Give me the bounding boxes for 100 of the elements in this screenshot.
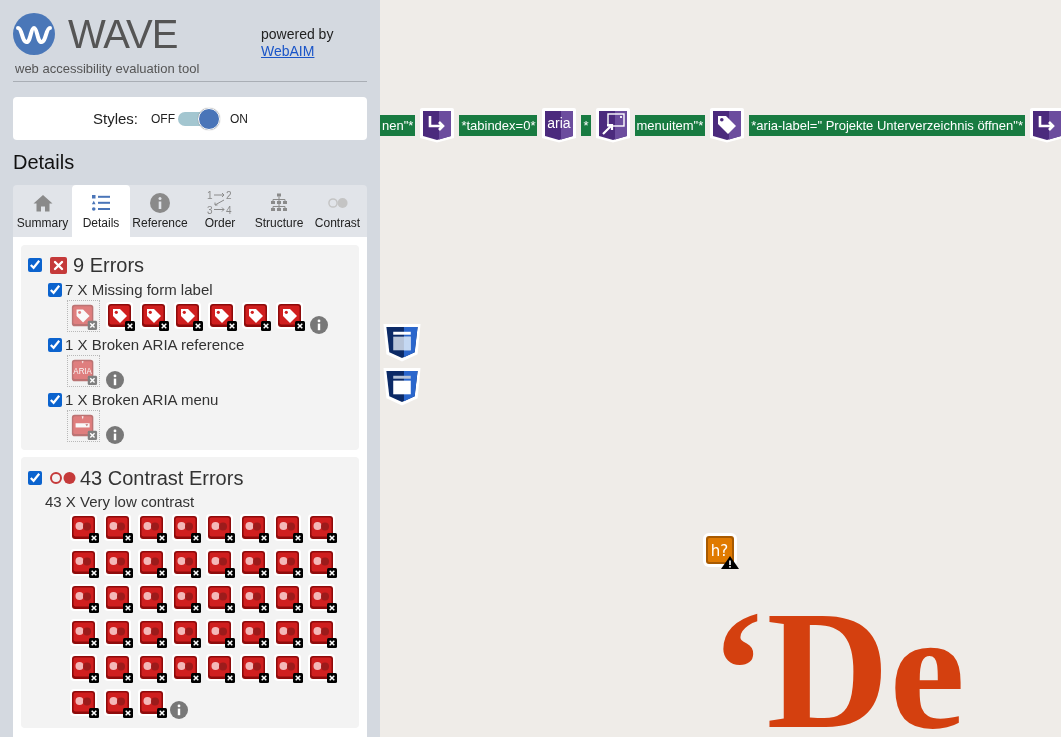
category-title: 43 Contrast Errors — [80, 466, 244, 490]
wave-logo-icon — [13, 13, 55, 55]
checkbox[interactable] — [28, 471, 42, 485]
issue-label: 7 X Missing form label — [65, 280, 213, 300]
dropdown-icon[interactable] — [67, 410, 100, 442]
contrast-icon[interactable] — [240, 619, 270, 649]
list-icon — [91, 193, 111, 213]
info-icon[interactable] — [310, 316, 328, 334]
contrast-icon[interactable] — [240, 584, 270, 614]
contrast-icon[interactable] — [240, 549, 270, 579]
info-icon[interactable] — [106, 371, 124, 389]
contrast-icon[interactable] — [104, 549, 134, 579]
contrast-icon[interactable] — [206, 619, 236, 649]
info-icon[interactable] — [170, 701, 188, 719]
contrast-icon[interactable] — [274, 514, 304, 544]
arrow-icon[interactable] — [419, 107, 456, 143]
info-icon[interactable] — [106, 426, 124, 444]
tag-icon[interactable] — [709, 107, 746, 143]
off-label: OFF — [151, 111, 175, 126]
annotation-label: *tabindex=0* — [459, 114, 538, 136]
contrast-icon[interactable] — [308, 619, 338, 649]
contrast-icon[interactable] — [104, 514, 134, 544]
contrast-icon[interactable] — [206, 514, 236, 544]
contrast-icon[interactable] — [104, 689, 134, 719]
styles-label: Styles: — [93, 110, 138, 127]
contrast-icon[interactable] — [274, 654, 304, 684]
contrast-icon[interactable] — [172, 549, 202, 579]
contrast-icon[interactable] — [104, 654, 134, 684]
contrast-icon[interactable] — [308, 654, 338, 684]
checkbox[interactable] — [48, 338, 62, 352]
contrast-icon[interactable] — [308, 584, 338, 614]
toggle-switch[interactable] — [178, 106, 220, 131]
tag-icon[interactable] — [140, 302, 170, 332]
contrast-icon[interactable] — [138, 584, 168, 614]
issue-label: 1 X Broken ARIA reference — [65, 335, 245, 355]
tab[interactable]: 1 2 3 4 Order — [190, 185, 250, 237]
contrast-icon[interactable] — [138, 514, 168, 544]
tag-icon[interactable] — [208, 302, 238, 332]
contrast-icon[interactable] — [308, 514, 338, 544]
annotation-label: * — [581, 114, 591, 136]
contrast-icon — [50, 471, 76, 485]
tab[interactable]: Summary — [13, 185, 72, 237]
contrast-icon[interactable] — [240, 654, 270, 684]
annotation-label: *aria-label=" Projekte Unterverzeichnis öffnen"* — [749, 114, 1025, 136]
error-icon — [50, 256, 67, 274]
contrast-icon[interactable] — [138, 549, 168, 579]
aria-icon[interactable]: aria — [541, 107, 578, 143]
contrast-icon[interactable] — [138, 654, 168, 684]
powered-by-text: powered by — [261, 26, 334, 43]
issue-label: 1 X Broken ARIA menu — [65, 390, 219, 410]
annotation-label: nen"* — [380, 114, 416, 136]
annotation-label: menuitem"* — [634, 114, 706, 136]
contrast-icon[interactable] — [138, 689, 168, 719]
tag-icon[interactable] — [106, 302, 136, 332]
tab[interactable]: Contrast — [308, 185, 367, 237]
info-icon — [150, 193, 170, 213]
window-shield-icon[interactable] — [383, 323, 421, 362]
logo-wordmark: WAVE — [68, 13, 178, 55]
webaim-link[interactable]: WebAIM — [261, 43, 315, 60]
window-arrow-icon[interactable] — [594, 107, 631, 143]
contrast-icon[interactable] — [70, 514, 100, 544]
contrast-icon[interactable] — [70, 689, 100, 719]
contrast-icon[interactable] — [274, 619, 304, 649]
contrast-icon[interactable] — [70, 619, 100, 649]
tab[interactable]: Reference — [130, 185, 190, 237]
panel-heading: Details — [13, 151, 76, 174]
contrast-icon[interactable] — [206, 584, 236, 614]
contrast-icon[interactable] — [206, 549, 236, 579]
contrast-icon[interactable] — [104, 584, 134, 614]
tab[interactable]: Structure — [250, 185, 308, 237]
category-title: 9 Errors — [73, 253, 145, 277]
logo-tagline: web accessibility evaluation tool — [14, 61, 200, 76]
contrast-icon[interactable] — [172, 654, 202, 684]
contrast-icon[interactable] — [274, 584, 304, 614]
contrast-icon[interactable] — [70, 584, 100, 614]
contrast-icon[interactable] — [308, 549, 338, 579]
arrow-icon[interactable] — [1028, 107, 1061, 143]
tag-icon[interactable] — [174, 302, 204, 332]
contrast-icon[interactable] — [274, 549, 304, 579]
contrast-icon[interactable] — [138, 619, 168, 649]
contrast-icon[interactable] — [172, 584, 202, 614]
contrast-icon[interactable] — [70, 549, 100, 579]
contrast-icon[interactable] — [206, 654, 236, 684]
tag-icon[interactable] — [276, 302, 306, 332]
contrast-icon[interactable] — [172, 619, 202, 649]
contrast-icon[interactable] — [70, 654, 100, 684]
checkbox[interactable] — [48, 283, 62, 297]
checkbox[interactable] — [48, 393, 62, 407]
contrast-icon[interactable] — [172, 514, 202, 544]
contrast-icon[interactable] — [104, 619, 134, 649]
tab[interactable]: Details — [72, 185, 130, 237]
hierarchy-icon — [269, 193, 289, 213]
tag-icon[interactable] — [242, 302, 272, 332]
issue-label: 43 X Very low contrast — [45, 492, 195, 512]
home-icon — [32, 193, 53, 213]
contrast-icon[interactable] — [240, 514, 270, 544]
window-shield-icon[interactable] — [383, 367, 421, 406]
checkbox[interactable] — [28, 258, 42, 272]
headline-text: ‘De — [710, 607, 965, 735]
on-label: ON — [230, 111, 248, 126]
